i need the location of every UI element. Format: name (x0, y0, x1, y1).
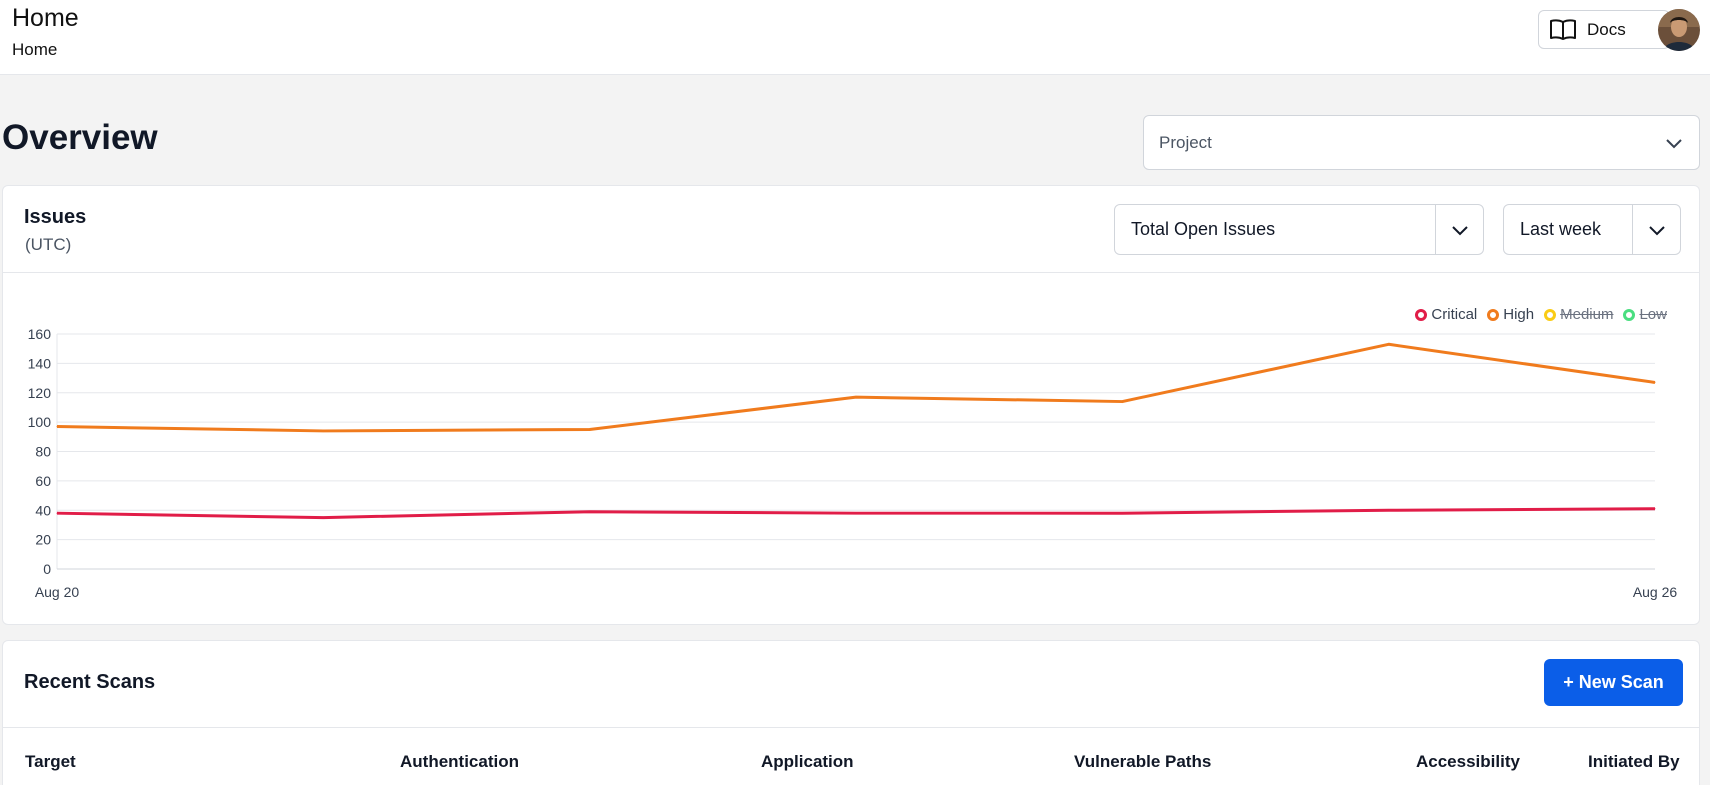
y-tick-label: 160 (28, 326, 52, 342)
data-point-high (1388, 343, 1390, 345)
user-avatar[interactable] (1658, 9, 1700, 51)
data-point-high (1654, 381, 1656, 383)
project-select-placeholder: Project (1159, 132, 1212, 152)
y-tick-label: 120 (28, 385, 52, 401)
data-point-high (855, 396, 857, 398)
data-point-critical (1654, 508, 1656, 510)
issues-line-chart: 0 20 40 60 80 100 120 140 160 Aug 20 Aug 26 (28, 326, 1678, 600)
y-tick-label: 0 (43, 561, 51, 577)
series-line-high (56, 342, 1656, 433)
page-header-title: Home (12, 4, 79, 32)
breadcrumb[interactable]: Home (12, 40, 57, 60)
new-scan-button[interactable]: + New Scan (1544, 659, 1683, 706)
docs-label: Docs (1587, 19, 1626, 39)
column-header-accessibility[interactable]: Accessibility (1416, 752, 1520, 772)
data-point-high (56, 426, 58, 428)
y-tick-label: 80 (35, 444, 51, 460)
y-tick-label: 20 (35, 532, 51, 548)
top-bar: Home Home Docs (0, 0, 1710, 75)
divider (3, 727, 1699, 728)
data-point-high (322, 430, 324, 432)
column-header-authentication[interactable]: Authentication (400, 752, 519, 772)
project-select[interactable]: Project (1143, 115, 1700, 170)
x-tick-label: Aug 26 (1633, 584, 1678, 600)
data-point-critical (322, 517, 324, 519)
column-header-target[interactable]: Target (25, 752, 76, 772)
book-open-icon (1550, 18, 1576, 40)
column-header-application[interactable]: Application (761, 752, 854, 772)
data-point-critical (1121, 512, 1123, 514)
data-point-critical (855, 512, 857, 514)
page-title: Overview (2, 118, 158, 157)
y-tick-label: 60 (35, 473, 51, 489)
recent-scans-card: Recent Scans + New Scan Target Authentic… (2, 640, 1700, 785)
recent-scans-title: Recent Scans (24, 671, 156, 693)
data-point-high (589, 428, 591, 430)
y-tick-label: 140 (28, 355, 52, 371)
data-point-high (1121, 401, 1123, 403)
data-point-critical (1388, 509, 1390, 511)
data-point-critical (56, 512, 58, 514)
y-tick-label: 100 (28, 414, 52, 430)
chevron-down-icon (1666, 138, 1682, 148)
docs-button[interactable]: Docs (1538, 10, 1670, 49)
column-header-vulnerable-paths[interactable]: Vulnerable Paths (1074, 752, 1211, 772)
column-header-initiated-by[interactable]: Initiated By (1588, 752, 1680, 772)
issues-card: Issues (UTC) Total Open Issues Last week… (2, 185, 1700, 625)
y-tick-label: 40 (35, 502, 51, 518)
x-tick-label: Aug 20 (35, 584, 80, 600)
data-point-critical (589, 511, 591, 513)
